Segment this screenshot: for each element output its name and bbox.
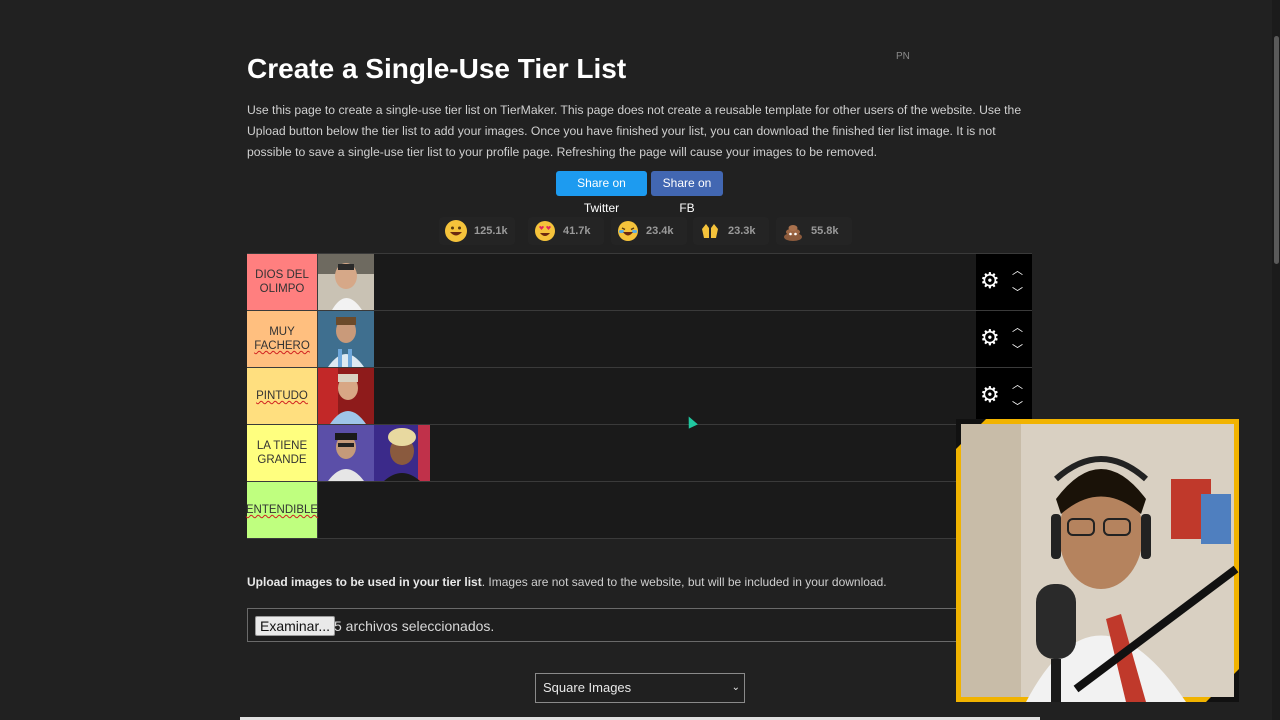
scrollbar-thumb[interactable] xyxy=(1274,36,1279,264)
tier-label[interactable]: LA TIENE GRANDE xyxy=(247,425,318,481)
tier-items[interactable] xyxy=(318,254,374,310)
reaction-poop[interactable]: 55.8k xyxy=(776,217,852,245)
tier-row[interactable]: LA TIENE GRANDE xyxy=(247,425,1032,482)
chevron-down-icon[interactable]: ﹀ xyxy=(1012,345,1023,356)
pn-label: PN xyxy=(896,51,910,62)
chevron-up-icon[interactable]: ︿ xyxy=(1012,380,1023,391)
laughing-tears-face-icon xyxy=(617,220,639,242)
reaction-count: 23.3k xyxy=(728,225,756,237)
share-facebook-button[interactable]: Share on FB xyxy=(651,171,723,215)
gear-icon[interactable]: ⚙ xyxy=(980,270,1000,292)
browse-files-button[interactable]: Examinar... xyxy=(255,616,336,636)
tier-row[interactable]: DIOS DEL OLIMPO ⚙ ︿ ﹀ xyxy=(247,254,1032,311)
tier-items[interactable] xyxy=(318,368,374,424)
tier-label-line: OLIMPO xyxy=(259,283,305,295)
webcam-overlay xyxy=(956,419,1239,702)
reaction-count: 23.4k xyxy=(646,225,674,237)
gear-icon[interactable]: ⚙ xyxy=(980,327,1000,349)
tier-label-line: MUY xyxy=(269,326,295,338)
tier-label[interactable]: MUY FACHERO xyxy=(247,311,318,367)
reaction-grinning[interactable]: 125.1k xyxy=(439,217,515,245)
upload-instructions-bold: Upload images to be used in your tier li… xyxy=(247,575,482,589)
chevron-down-icon[interactable]: ﹀ xyxy=(1012,402,1023,413)
chevron-up-icon[interactable]: ︿ xyxy=(1012,323,1023,334)
tier-image[interactable] xyxy=(318,425,374,481)
tier-row[interactable]: PINTUDO ⚙ ︿ ﹀ xyxy=(247,368,1032,425)
tier-label-line: ENTENDIBLE xyxy=(245,504,319,516)
poop-icon xyxy=(782,220,804,242)
tier-items[interactable] xyxy=(318,425,430,481)
intro-text: Use this page to create a single-use tie… xyxy=(247,103,1022,159)
tier-image[interactable] xyxy=(318,311,374,367)
tier-image[interactable] xyxy=(374,425,430,481)
tier-controls: ⚙ ︿ ﹀ xyxy=(976,311,1032,367)
heart-eyes-face-icon xyxy=(534,220,556,242)
reaction-count: 55.8k xyxy=(811,225,839,237)
reaction-raising-hands[interactable]: 23.3k xyxy=(693,217,769,245)
file-upload-field[interactable]: Examinar... 5 archivos seleccionados. xyxy=(247,608,1032,642)
chevron-down-icon[interactable]: ﹀ xyxy=(1012,288,1023,299)
page-title: Create a Single-Use Tier List xyxy=(247,53,627,84)
grinning-face-icon xyxy=(445,220,467,242)
tier-list: DIOS DEL OLIMPO ⚙ ︿ ﹀ MUY FACHERO ⚙ ︿ ﹀ xyxy=(245,253,1032,539)
upload-instructions: Upload images to be used in your tier li… xyxy=(247,575,887,589)
tier-label[interactable]: ENTENDIBLE xyxy=(245,482,319,538)
upload-instructions-rest: . Images are not saved to the website, b… xyxy=(481,575,887,589)
file-status: 5 archivos seleccionados. xyxy=(334,618,495,634)
tier-row[interactable]: MUY FACHERO ⚙ ︿ ﹀ xyxy=(247,311,1032,368)
tier-label[interactable]: DIOS DEL OLIMPO xyxy=(247,254,318,310)
tier-items[interactable] xyxy=(318,311,374,367)
tier-controls: ⚙ ︿ ﹀ xyxy=(976,368,1032,424)
chevron-up-icon[interactable]: ︿ xyxy=(1012,266,1023,277)
tier-image[interactable] xyxy=(318,254,374,310)
tier-image[interactable] xyxy=(318,368,374,424)
tier-label-line: PINTUDO xyxy=(256,390,308,402)
tier-label-line: DIOS DEL xyxy=(255,269,309,281)
reaction-count: 41.7k xyxy=(563,225,591,237)
tier-label-line: GRANDE xyxy=(257,454,307,466)
chevron-down-icon: ⌄ xyxy=(731,682,740,693)
gear-icon[interactable]: ⚙ xyxy=(980,384,1000,406)
reaction-count: 125.1k xyxy=(474,225,508,237)
tier-controls: ⚙ ︿ ﹀ xyxy=(976,254,1032,310)
reaction-heart-eyes[interactable]: 41.7k xyxy=(528,217,604,245)
page-scrollbar[interactable] xyxy=(1272,0,1280,720)
image-shape-selected: Square Images xyxy=(543,680,632,695)
tier-label-line: FACHERO xyxy=(254,340,310,352)
share-twitter-button[interactable]: Share on Twitter xyxy=(556,171,647,215)
image-shape-select[interactable]: Square Images ⌄ xyxy=(535,673,745,703)
tier-label-line: LA TIENE xyxy=(256,440,308,452)
reaction-laughing[interactable]: 23.4k xyxy=(611,217,687,245)
raising-hands-icon xyxy=(699,220,721,242)
tier-row[interactable]: ENTENDIBLE xyxy=(245,482,1032,539)
tier-label[interactable]: PINTUDO xyxy=(247,368,318,424)
